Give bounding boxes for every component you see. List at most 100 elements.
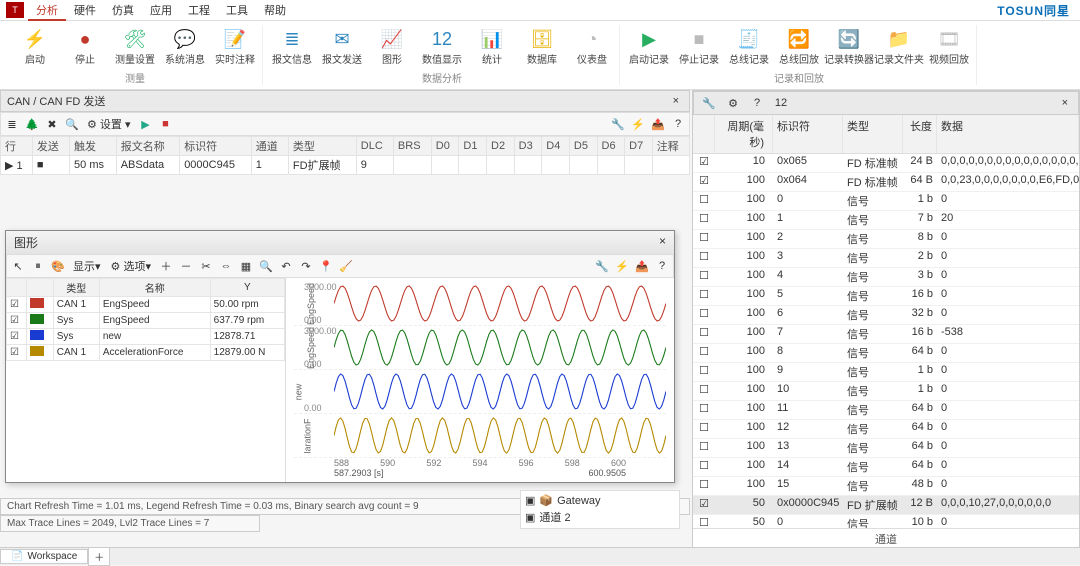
close-icon[interactable]: × [659,234,666,251]
ribbon-仪表盘[interactable]: ◔仪表盘 [569,25,615,68]
tx-col-发送[interactable]: 发送 [32,137,69,156]
trace-row[interactable]: ☑1000x064FD 标准帧64 B0,0,23,0,0,0,0,0,0,0,… [693,173,1079,192]
tx-row[interactable]: ▶ 1■50 msABSdata0000C9451FD扩展帧9 [1,156,690,175]
tx-col-D2[interactable]: D2 [487,137,515,156]
trace-col[interactable]: 周期(毫秒) [715,115,773,153]
ribbon-视频回放[interactable]: 🎞视频回放 [926,25,972,68]
tx-col-行[interactable]: 行 [1,137,33,156]
trace-row[interactable]: ☐10014信号64 b0 [693,458,1079,477]
ribbon-报文信息[interactable]: ≣报文信息 [269,25,315,68]
show-dropdown[interactable]: 显示▾ [69,258,105,274]
play-icon[interactable]: ▶ [137,115,155,133]
erase-icon[interactable]: 🧹 [337,257,355,275]
tx-col-D5[interactable]: D5 [569,137,597,156]
tx-col-D3[interactable]: D3 [514,137,542,156]
menu-分析[interactable]: 分析 [28,3,66,21]
trace-row[interactable]: ☐1005信号16 b0 [693,287,1079,306]
tx-col-D0[interactable]: D0 [431,137,459,156]
ribbon-启动记录[interactable]: ▶启动记录 [626,25,672,68]
help-icon[interactable]: ? [653,257,671,275]
trace-col[interactable]: 类型 [843,115,903,153]
tool-icon[interactable]: 🔧 [593,257,611,275]
trace-col[interactable]: 标识符 [773,115,843,153]
ribbon-总线回放[interactable]: 🔁总线回放 [776,25,822,68]
stop-icon[interactable]: ■ [157,115,175,133]
trace-row[interactable]: ☐1008信号64 b0 [693,344,1079,363]
trace-row[interactable]: ☐10010信号1 b0 [693,382,1079,401]
ribbon-测量设置[interactable]: 🛠测量设置 [112,25,158,68]
remove-icon[interactable]: － [177,257,195,275]
tool-icon[interactable]: 🔧 [700,94,718,112]
tx-col-通道[interactable]: 通道 [251,137,288,156]
trace-row[interactable]: ☐1009信号1 b0 [693,363,1079,382]
tx-col-D4[interactable]: D4 [542,137,570,156]
trace-col[interactable]: 数据 [937,115,1079,153]
channel-tree[interactable]: ▣📦Gateway ▣通道 2 [520,490,680,529]
export-icon[interactable]: 📤 [649,115,667,133]
menu-应用[interactable]: 应用 [142,3,180,19]
search-icon[interactable]: 🔍 [63,115,81,133]
lightning-icon[interactable]: ⚡ [629,115,647,133]
ribbon-停止[interactable]: ●停止 [62,25,108,68]
ribbon-图形[interactable]: 📈图形 [369,25,415,68]
trace-row[interactable]: ☐1007信号16 b-538 [693,325,1079,344]
undo-icon[interactable]: ↶ [277,257,295,275]
tx-col-DLC[interactable]: DLC [356,137,393,156]
trace-row[interactable]: ☐1006信号32 b0 [693,306,1079,325]
list-icon[interactable]: ≣ [3,115,21,133]
tx-col-D6[interactable]: D6 [597,137,625,156]
add-workspace-button[interactable]: ＋ [88,547,110,566]
tx-col-注释[interactable]: 注释 [652,137,689,156]
legend-row[interactable]: ☑CAN 1EngSpeed50.00 rpm [7,297,285,313]
add-icon[interactable]: ＋ [157,257,175,275]
pause-icon[interactable]: ⏸ [29,257,47,275]
export-icon[interactable]: 📤 [633,257,651,275]
lightning-icon[interactable]: ⚡ [613,257,631,275]
tree-icon[interactable]: 🌲 [23,115,41,133]
trace-row[interactable]: ☐1000信号1 b0 [693,192,1079,211]
trace-row[interactable]: ☑500x0000C945FD 扩展帧12 B0,0,0,10,27,0,0,0… [693,496,1079,515]
tx-col-类型[interactable]: 类型 [288,137,356,156]
cut-icon[interactable]: ✂ [197,257,215,275]
marker-icon[interactable]: 📍 [317,257,335,275]
close-icon[interactable]: × [1058,97,1072,109]
ribbon-报文发送[interactable]: ✉报文发送 [319,25,365,68]
trace-row[interactable]: ☐1004信号3 b0 [693,268,1079,287]
trace-row[interactable]: ☐1003信号2 b0 [693,249,1079,268]
palette-icon[interactable]: 🎨 [49,257,67,275]
legend-row[interactable]: ☑SysEngSpeed637.79 rpm [7,313,285,329]
close-icon[interactable]: × [669,95,683,107]
tx-col-报文名称[interactable]: 报文名称 [116,137,179,156]
gear-icon[interactable]: ⚙ [724,94,742,112]
fit-icon[interactable]: ⇔ [217,257,235,275]
tx-col-触发[interactable]: 触发 [70,137,117,156]
ribbon-系统消息[interactable]: 💬系统消息 [162,25,208,68]
tool-icon[interactable]: 🔧 [609,115,627,133]
trace-row[interactable]: ☐10012信号64 b0 [693,420,1079,439]
ribbon-实时注释[interactable]: 📝实时注释 [212,25,258,68]
options-dropdown[interactable]: ⚙ 选项▾ [107,258,155,274]
tx-col-D7[interactable]: D7 [625,137,653,156]
menu-工程[interactable]: 工程 [180,3,218,19]
legend-row[interactable]: ☑CAN 1AccelerationForce12879.00 N [7,345,285,361]
trace-row[interactable]: ☐1001信号7 b20 [693,211,1079,230]
trace-row[interactable]: ☐1002信号8 b0 [693,230,1079,249]
zoom-icon[interactable]: 🔍 [257,257,275,275]
trace-row[interactable]: ☐10013信号64 b0 [693,439,1079,458]
menu-工具[interactable]: 工具 [218,3,256,19]
cursor-icon[interactable]: ↖ [9,257,27,275]
tx-col-标识符[interactable]: 标识符 [180,137,252,156]
ribbon-数据库[interactable]: 🗄数据库 [519,25,565,68]
trace-row[interactable]: ☐500信号10 b0 [693,515,1079,528]
trace-row[interactable]: ☑100x065FD 标准帧24 B0,0,0,0,0,0,0,0,0,0,0,… [693,154,1079,173]
menu-硬件[interactable]: 硬件 [66,3,104,19]
redo-icon[interactable]: ↷ [297,257,315,275]
menu-仿真[interactable]: 仿真 [104,3,142,19]
help-icon[interactable]: ? [748,94,766,112]
tx-col-BRS[interactable]: BRS [393,137,431,156]
ribbon-总线记录[interactable]: 🧾总线记录 [726,25,772,68]
settings-dropdown[interactable]: ⚙ 设置 ▾ [83,116,135,132]
ribbon-启动[interactable]: ⚡启动 [12,25,58,68]
help-icon[interactable]: ? [669,115,687,133]
menu-帮助[interactable]: 帮助 [256,3,294,19]
